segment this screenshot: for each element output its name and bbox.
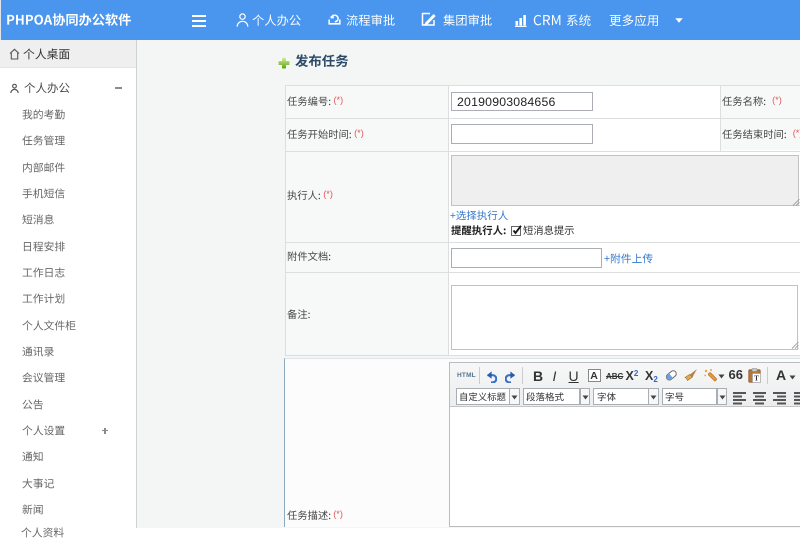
svg-text:T: T	[754, 374, 759, 382]
